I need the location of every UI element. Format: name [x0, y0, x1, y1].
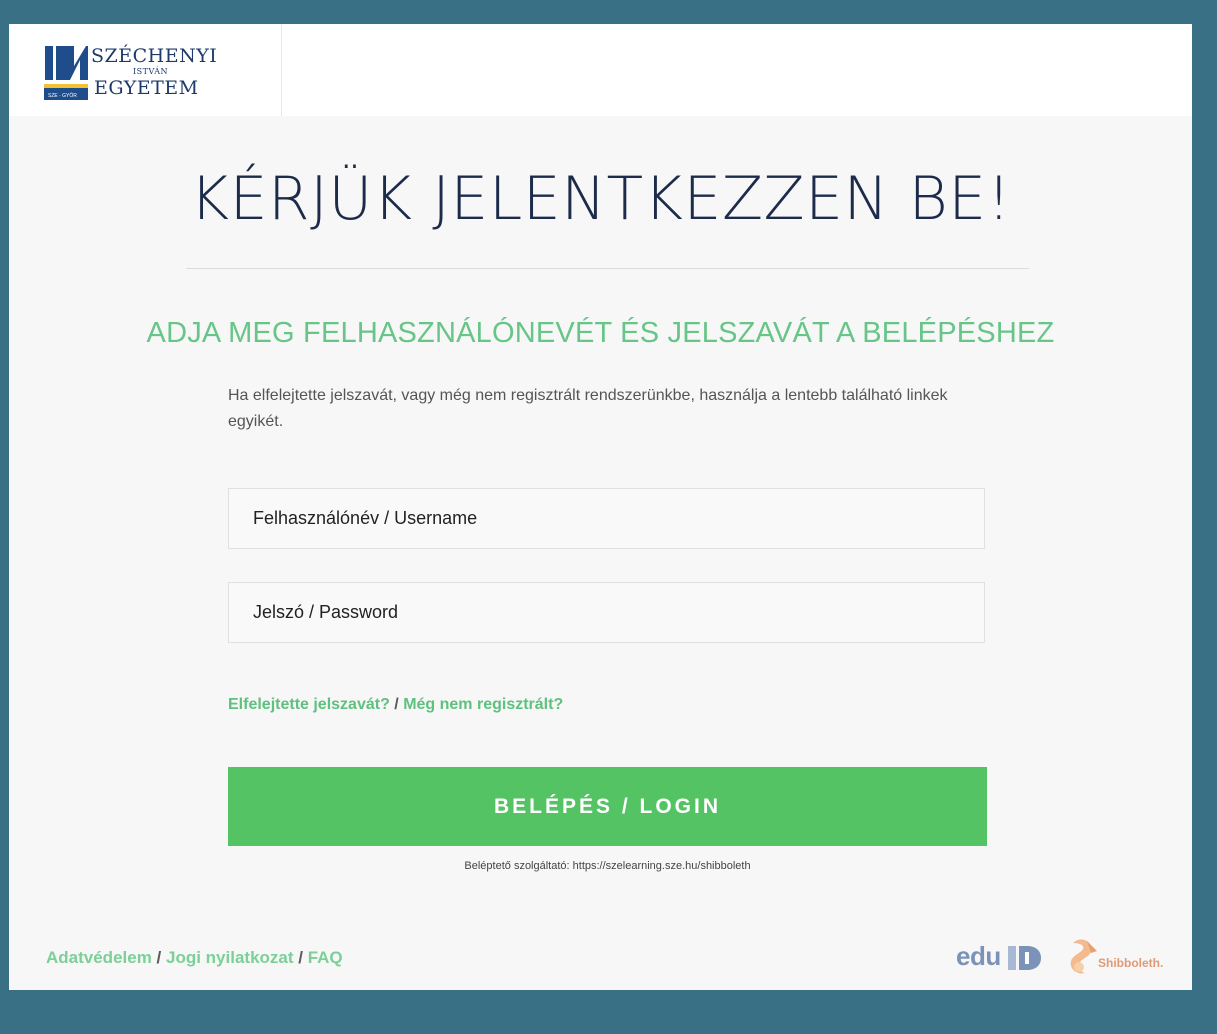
username-input[interactable] — [228, 488, 985, 549]
privacy-link[interactable]: Adatvédelem — [46, 948, 152, 967]
shibboleth-text: Shibboleth. — [1098, 956, 1164, 970]
logo-line-3: EGYETEM — [94, 77, 199, 99]
password-input[interactable] — [228, 582, 985, 643]
eduid-logo[interactable]: edu — [956, 941, 1046, 975]
link-separator: / — [389, 696, 404, 713]
emblem-caption: SZE · GYŐR — [48, 92, 77, 99]
shibboleth-logo-icon — [1070, 939, 1097, 974]
help-text: Ha elfelejtette jelszavát, vagy még nem … — [228, 387, 948, 430]
provider-text: Beléptető szolgáltató: https://szelearni… — [464, 860, 751, 872]
header: SZE · GYŐR SZÉCHENYI ISTVÁN EGYETEM — [9, 24, 1192, 116]
shibboleth-logo[interactable]: Shibboleth. — [1067, 937, 1191, 981]
eduid-text: edu — [956, 941, 1001, 971]
university-logo[interactable]: SZE · GYŐR SZÉCHENYI ISTVÁN EGYETEM — [9, 24, 282, 116]
legal-link[interactable]: Jogi nyilatkozat — [166, 948, 294, 967]
register-link[interactable]: Még nem regisztrált? — [403, 696, 563, 713]
page-subtitle: ADJA MEG FELHASZNÁLÓNEVÉT ÉS JELSZAVÁT A… — [146, 317, 1055, 349]
logo-line-2: ISTVÁN — [133, 67, 168, 76]
forgot-password-link[interactable]: Elfelejtette jelszavát? — [228, 696, 390, 713]
faq-link[interactable]: FAQ — [308, 948, 343, 967]
footer-separator: / — [151, 948, 166, 967]
login-panel: SZE · GYŐR SZÉCHENYI ISTVÁN EGYETEM KÉRJ… — [9, 24, 1192, 990]
university-emblem-icon: SZE · GYŐR — [44, 44, 88, 100]
title-divider — [186, 268, 1029, 269]
login-button[interactable]: BELÉPÉS / LOGIN — [228, 767, 987, 846]
logo-line-1: SZÉCHENYI — [91, 45, 218, 67]
footer-links: Adatvédelem / Jogi nyilatkozat / FAQ — [46, 948, 343, 968]
eduid-logo-icon — [1008, 946, 1041, 970]
footer-separator: / — [293, 948, 308, 967]
page-title: KÉRJÜK JELENTKEZZEN BE! — [189, 164, 1012, 234]
account-links: Elfelejtette jelszavát? / Még nem regisz… — [228, 696, 563, 714]
